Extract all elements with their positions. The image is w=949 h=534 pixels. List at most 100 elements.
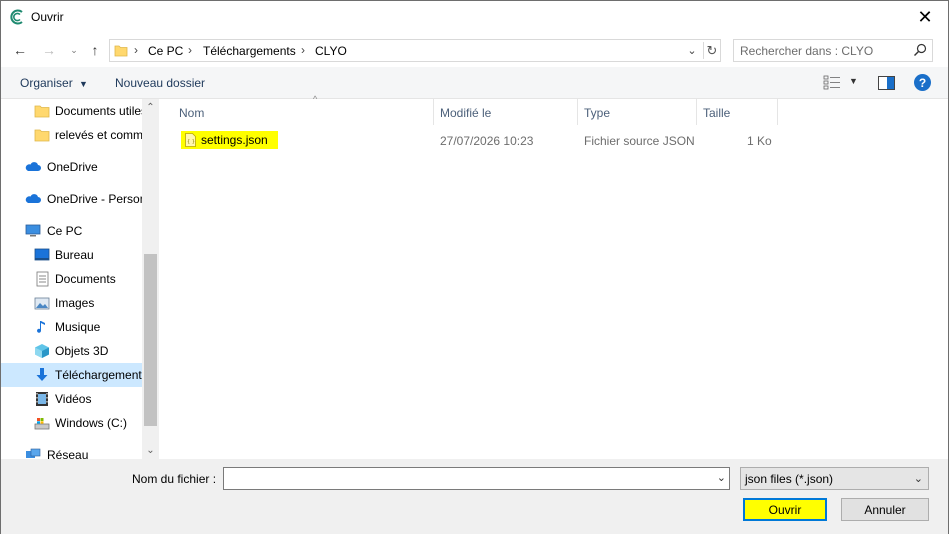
caret-down-icon[interactable]: ▼ [849,76,858,86]
sidebar-item-label: Windows (C:) [55,416,128,430]
app-logo-icon [10,9,23,25]
sidebar-item-onedrive-personal[interactable]: OneDrive - Person [1,187,142,211]
file-name-label: settings.json [201,133,268,147]
open-file-dialog: Ouvrir ✕ ← → ⌄ ↑ › Ce PC › Téléchargemen… [0,0,949,534]
file-type-value: json files (*.json) [745,472,834,486]
sidebar-item-label: Objets 3D [55,344,109,358]
arrow-left-icon: ← [13,42,27,58]
sidebar-item-musique[interactable]: Musique [1,315,142,339]
forward-button[interactable]: → [41,42,57,58]
file-type-cell: Fichier source JSON [584,134,695,148]
chevron-down-icon: ⌄ [687,45,697,57]
sort-ascending-icon: ^ [313,94,318,104]
music-icon [37,321,45,333]
downloads-icon [36,368,48,381]
organize-button[interactable]: Organiser ▼ [20,76,88,90]
column-name-label: Nom [179,106,205,120]
cancel-button[interactable]: Annuler [841,498,929,521]
recent-locations-button[interactable]: ⌄ [66,42,82,58]
desktop-icon [34,248,50,261]
sidebar-scrollbar[interactable]: ⌃ ⌄ [142,99,159,459]
view-options-icon[interactable] [823,75,841,90]
search-box[interactable] [733,39,933,62]
sidebar-item-reseau[interactable]: Réseau [1,443,142,459]
sidebar-item-objets-3d[interactable]: Objets 3D [1,339,142,363]
command-bar: Organiser ▼ Nouveau dossier ▼ ? [1,67,948,99]
help-icon[interactable]: ? [914,74,931,91]
column-header-size[interactable]: Taille [697,99,778,125]
sidebar-item-label: Vidéos [55,392,92,406]
file-list: ^ Nom Modifié le Type Taille { } setting… [159,94,948,459]
file-row[interactable]: { } settings.json 27/07/2026 10:23 Fichi… [175,129,775,151]
scroll-up-icon[interactable]: ⌃ [142,99,159,116]
folder-icon [34,105,50,118]
svg-text:{ }: { } [187,139,195,145]
sidebar-item-label: relevés et comm [55,128,142,142]
search-input[interactable] [740,43,905,58]
address-history-button[interactable]: ⌄ [684,42,700,59]
sidebar-item-releves[interactable]: relevés et comm [1,123,142,147]
breadcrumb-separator-icon: › [301,43,305,57]
filename-combobox[interactable]: ⌄ [223,467,730,490]
sidebar-item-label: Documents [55,272,116,286]
file-modified-cell: 27/07/2026 10:23 [440,134,534,148]
column-header-name[interactable]: ^ Nom [173,94,434,125]
filename-label: Nom du fichier : [132,472,217,486]
folder-icon [114,45,128,57]
column-header-type[interactable]: Type [578,99,697,125]
videos-icon [36,392,48,406]
chevron-down-icon[interactable]: ⌄ [717,471,726,484]
sidebar-item-telechargements[interactable]: Téléchargements [1,363,142,387]
sidebar-item-images[interactable]: Images [1,291,142,315]
drive-icon [34,418,50,430]
open-button[interactable]: Ouvrir [743,498,827,521]
arrow-right-icon: → [42,42,56,58]
documents-icon [36,271,49,287]
sidebar-item-documents[interactable]: Documents [1,267,142,291]
chevron-down-icon: ⌄ [913,473,923,485]
3d-objects-icon [35,344,49,358]
address-bar[interactable]: › Ce PC › Téléchargements › CLYO ⌄ ↻ [109,39,721,62]
dialog-footer: Nom du fichier : ⌄ json files (*.json) ⌄… [1,459,948,534]
close-button[interactable]: ✕ [902,1,948,33]
file-type-select[interactable]: json files (*.json) ⌄ [740,467,929,490]
breadcrumb-clyo[interactable]: CLYO [315,44,347,58]
sidebar-item-label: Images [55,296,95,310]
breadcrumb-telechargements[interactable]: Téléchargements [203,44,296,58]
window-title: Ouvrir [31,10,64,24]
up-button[interactable]: ↑ [87,42,103,58]
filename-input[interactable] [228,471,708,486]
sidebar-item-label: OneDrive [47,160,98,174]
sidebar-item-label: Réseau [47,448,89,459]
file-size-cell: 1 Ko [747,134,772,148]
arrow-up-icon: ↑ [91,42,99,58]
sidebar-item-documents-utiles[interactable]: Documents utiles [1,99,142,123]
breadcrumb-separator-icon: › [134,43,138,57]
breadcrumb-ce-pc[interactable]: Ce PC [148,44,183,58]
refresh-button[interactable]: ↻ [703,42,720,59]
sidebar-item-videos[interactable]: Vidéos [1,387,142,411]
sidebar-item-label: OneDrive - Person [47,192,142,206]
sidebar-item-windows-c[interactable]: Windows (C:) [1,411,142,435]
json-file-icon: { } [185,133,196,147]
sidebar-item-bureau[interactable]: Bureau [1,243,142,267]
sidebar-item-label: Musique [55,320,101,334]
caret-down-icon: ▼ [79,79,88,89]
sidebar-item-ce-pc[interactable]: Ce PC [1,219,142,243]
breadcrumb-separator-icon: › [188,43,192,57]
column-header-modified[interactable]: Modifié le [434,99,578,125]
chevron-down-icon: ⌄ [70,44,78,55]
refresh-icon: ↻ [706,42,718,58]
scroll-down-icon[interactable]: ⌄ [142,442,159,459]
new-folder-button[interactable]: Nouveau dossier [115,76,205,90]
preview-pane-icon[interactable] [878,76,895,90]
file-name-cell[interactable]: { } settings.json [181,131,278,149]
back-button[interactable]: ← [12,42,28,58]
navigation-bar: ← → ⌄ ↑ › Ce PC › Téléchargements › CLYO… [1,33,948,67]
sidebar-item-onedrive[interactable]: OneDrive [1,155,142,179]
navigation-pane: Documents utiles relevés et comm OneDriv… [1,99,159,459]
sidebar-item-label: Documents utiles [55,104,142,118]
scrollbar-thumb[interactable] [144,254,157,426]
organize-label: Organiser [20,76,73,90]
cloud-icon [25,194,41,203]
